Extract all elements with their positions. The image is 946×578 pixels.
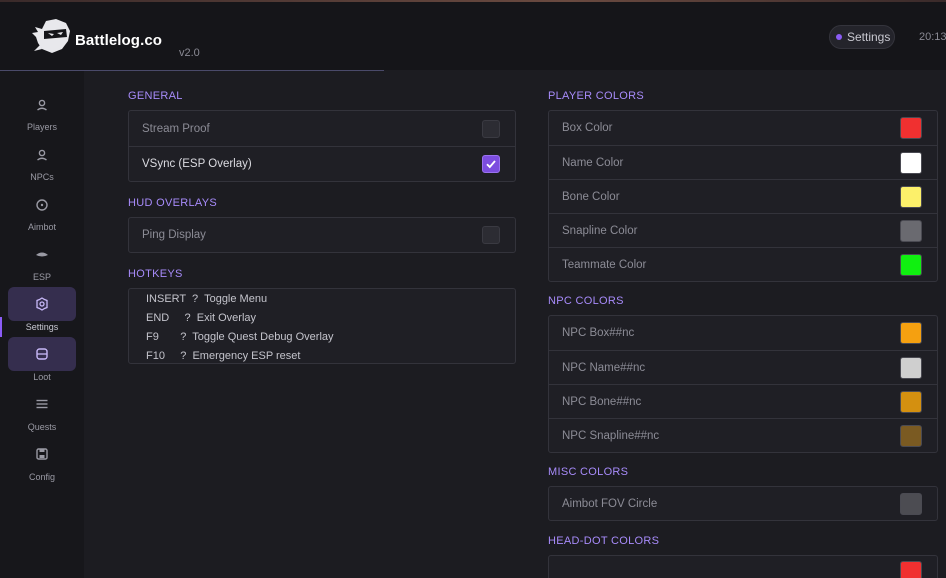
vsync-label: VSync (ESP Overlay) bbox=[142, 158, 252, 170]
settings-content: GENERAL Stream Proof VSync (ESP Overlay)… bbox=[84, 71, 946, 578]
status-dot-icon bbox=[836, 34, 842, 40]
color-swatch[interactable] bbox=[900, 492, 922, 515]
ping-display-row[interactable]: Ping Display bbox=[129, 218, 515, 252]
sidebar-item-npcs[interactable] bbox=[8, 138, 76, 172]
color-swatch[interactable] bbox=[900, 390, 922, 413]
sidebar-item-loot[interactable] bbox=[8, 337, 76, 371]
vsync-row[interactable]: VSync (ESP Overlay) bbox=[129, 146, 515, 181]
color-swatch[interactable] bbox=[900, 322, 922, 344]
eye-icon bbox=[36, 252, 48, 257]
color-swatch[interactable] bbox=[900, 561, 922, 578]
crosshair-icon bbox=[36, 199, 48, 211]
color-swatch[interactable] bbox=[900, 253, 922, 276]
color-label: Box Color bbox=[562, 122, 613, 134]
section-title-player-colors: PLAYER COLORS bbox=[548, 90, 645, 102]
hotkey-line: F10 ? Emergency ESP reset bbox=[146, 350, 301, 362]
color-row[interactable]: NPC Box##nc bbox=[549, 316, 937, 350]
clock: 20:13 bbox=[919, 31, 946, 43]
gear-icon bbox=[36, 297, 48, 311]
sidebar-item-settings[interactable] bbox=[8, 287, 76, 321]
color-row[interactable]: Name Color bbox=[549, 145, 937, 179]
section-title-hotkeys: HOTKEYS bbox=[128, 268, 183, 280]
color-row[interactable]: Box Color bbox=[549, 111, 937, 145]
ping-display-label: Ping Display bbox=[142, 229, 206, 241]
settings-header-label: Settings bbox=[847, 30, 891, 44]
color-label: NPC Box##nc bbox=[562, 327, 635, 339]
color-row[interactable]: Teammate Color bbox=[549, 247, 937, 281]
sidebar-label-npcs: NPCs bbox=[30, 172, 54, 182]
settings-header-button[interactable]: Settings bbox=[829, 25, 895, 49]
sidebar: Players NPCs Aimbot ESP Settings Loot Qu… bbox=[0, 71, 84, 578]
color-label: Bone Color bbox=[562, 190, 620, 203]
color-swatch[interactable] bbox=[900, 185, 922, 208]
color-row[interactable]: Snapline Color bbox=[549, 213, 937, 247]
user-icon bbox=[37, 149, 47, 161]
save-icon bbox=[36, 448, 48, 460]
sidebar-item-quests[interactable] bbox=[8, 387, 76, 421]
color-label: NPC Snapline##nc bbox=[562, 429, 660, 442]
color-row[interactable]: NPC Bone##nc bbox=[549, 384, 937, 418]
hotkey-line: F9 ? Toggle Quest Debug Overlay bbox=[146, 331, 334, 343]
color-row[interactable]: NPC Snapline##nc bbox=[549, 418, 937, 452]
brand-name: Battlelog.co bbox=[75, 32, 163, 49]
section-title-npc-colors: NPC COLORS bbox=[548, 295, 624, 307]
color-label: NPC Name##nc bbox=[562, 361, 646, 374]
color-row[interactable]: Aimbot FOV Circle bbox=[549, 487, 937, 520]
header: Battlelog.co v2.0 Settings 20:13 bbox=[0, 2, 946, 70]
section-title-misc-colors: MISC COLORS bbox=[548, 466, 629, 478]
sidebar-label-players: Players bbox=[26, 122, 57, 132]
section-title-hud: HUD OVERLAYS bbox=[128, 197, 217, 209]
stream-proof-checkbox[interactable] bbox=[482, 119, 500, 138]
section-title-general: GENERAL bbox=[128, 90, 183, 102]
sidebar-item-players[interactable] bbox=[8, 88, 76, 122]
color-label: NPC Bone##nc bbox=[562, 395, 642, 408]
stream-proof-row[interactable]: Stream Proof bbox=[129, 111, 515, 146]
stream-proof-label: Stream Proof bbox=[142, 122, 210, 135]
sidebar-item-config[interactable] bbox=[8, 437, 76, 471]
headdot-colors-panel bbox=[548, 555, 938, 578]
vsync-checkbox[interactable] bbox=[482, 155, 500, 173]
sidebar-label-quests: Quests bbox=[27, 422, 57, 432]
color-label: Teammate Color bbox=[562, 258, 647, 271]
sidebar-label-settings: Settings bbox=[25, 322, 59, 332]
hotkey-line: INSERT ? Toggle Menu bbox=[146, 293, 268, 305]
player-colors-panel: Box Color Name Color Bone Color Snapline… bbox=[548, 110, 938, 282]
color-label: Aimbot FOV Circle bbox=[562, 497, 658, 510]
hotkeys-panel: INSERT ? Toggle Menu END ? Exit Overlay … bbox=[128, 288, 516, 364]
sidebar-label-esp: ESP bbox=[32, 272, 51, 282]
sidebar-label-config: Config bbox=[28, 472, 55, 482]
section-title-headdot-colors: HEAD-DOT COLORS bbox=[548, 535, 660, 547]
sidebar-label-aimbot: Aimbot bbox=[27, 222, 56, 232]
color-swatch[interactable] bbox=[900, 151, 922, 174]
version-label: v2.0 bbox=[179, 47, 200, 59]
ping-display-checkbox[interactable] bbox=[482, 226, 500, 244]
hotkey-line: END ? Exit Overlay bbox=[146, 312, 257, 324]
user-icon bbox=[37, 99, 47, 111]
color-swatch[interactable] bbox=[900, 219, 922, 242]
color-swatch[interactable] bbox=[900, 424, 922, 447]
list-icon bbox=[36, 399, 48, 409]
color-row[interactable]: NPC Name##nc bbox=[549, 350, 937, 384]
misc-colors-panel: Aimbot FOV Circle bbox=[548, 486, 938, 521]
color-label: Name Color bbox=[562, 156, 624, 169]
general-panel: Stream Proof VSync (ESP Overlay) bbox=[128, 110, 516, 182]
sidebar-item-esp[interactable] bbox=[8, 238, 76, 272]
color-swatch[interactable] bbox=[900, 356, 922, 379]
ninja-logo bbox=[32, 19, 70, 53]
checkmark-icon bbox=[486, 160, 496, 169]
color-row[interactable]: Bone Color bbox=[549, 179, 937, 213]
sidebar-label-loot: Loot bbox=[33, 372, 51, 382]
color-swatch[interactable] bbox=[900, 117, 922, 139]
sidebar-item-aimbot[interactable] bbox=[8, 188, 76, 222]
npc-colors-panel: NPC Box##nc NPC Name##nc NPC Bone##nc NP… bbox=[548, 315, 938, 453]
hud-panel: Ping Display bbox=[128, 217, 516, 253]
color-label: Snapline Color bbox=[562, 224, 638, 237]
box-icon bbox=[36, 348, 48, 360]
